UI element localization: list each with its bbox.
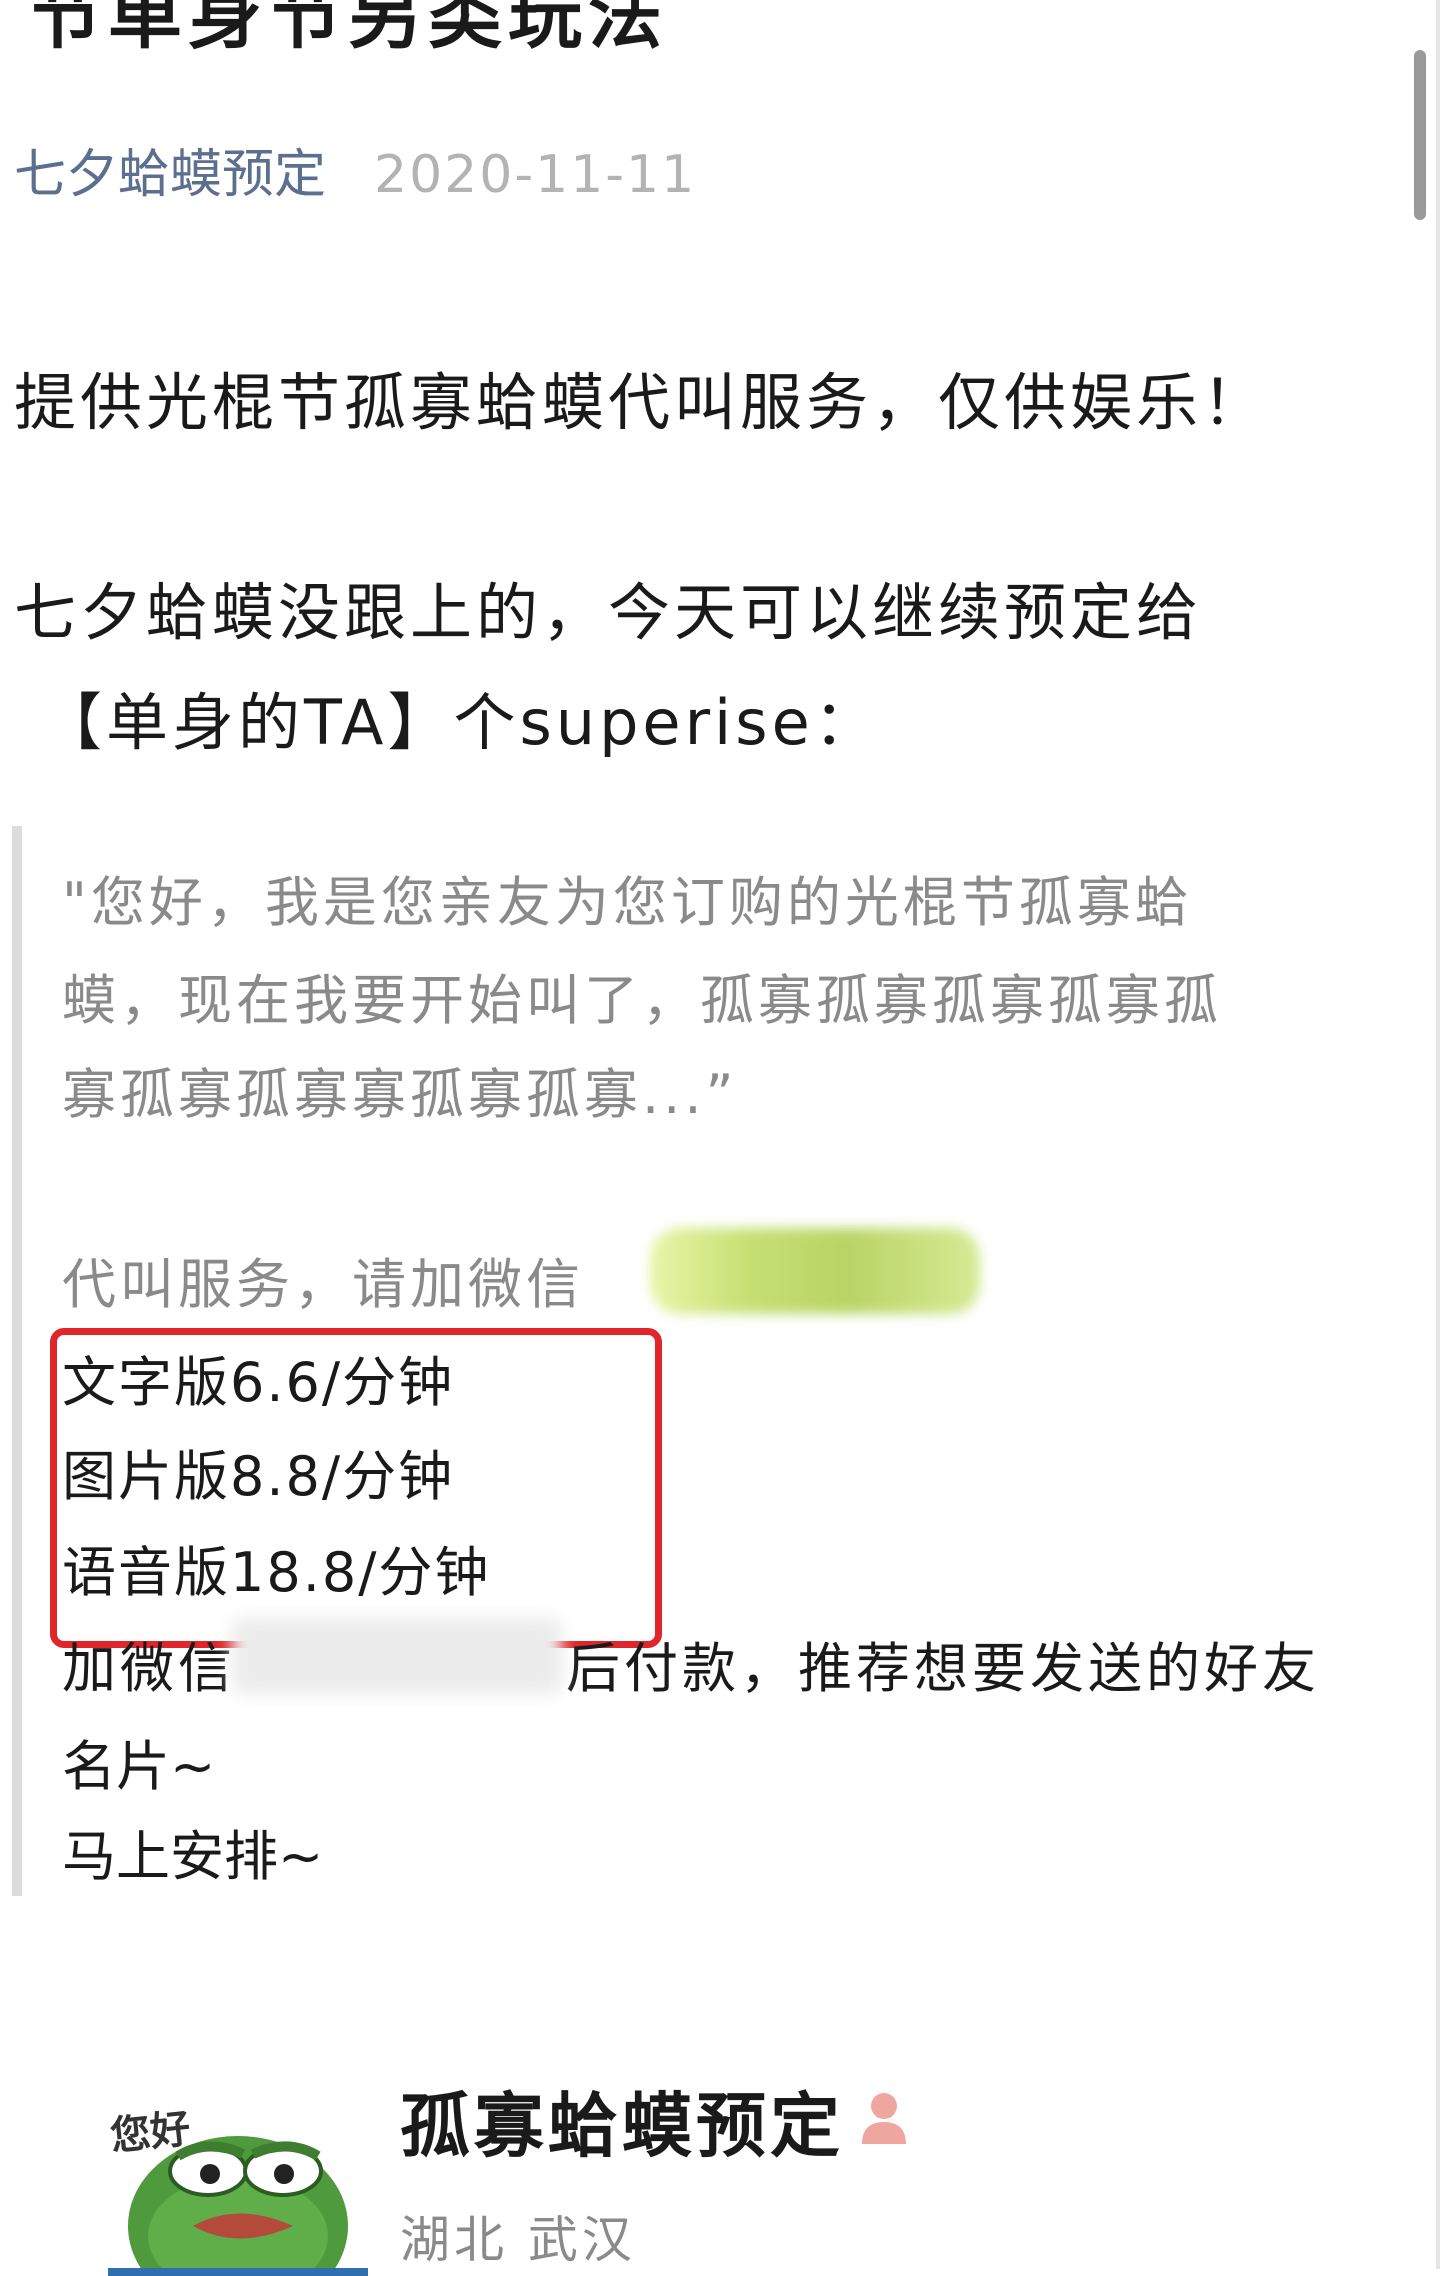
body-paragraph-line1: 七夕蛤蟆没跟上的，今天可以继续预定给 (14, 576, 1203, 649)
payment-prefix: 加微信 (62, 1637, 236, 1700)
redacted-wechat-id (650, 1228, 980, 1314)
body-paragraph-line2: 【单身的TA】个superise： (40, 686, 880, 759)
closing-line: 马上安排~ (62, 1825, 324, 1888)
intro-paragraph: 提供光棍节孤寡蛤蟆代叫服务，仅供娱乐！ (14, 366, 1269, 439)
payment-suffix: 后付款，推荐想要发送的好友 (566, 1637, 1320, 1700)
payment-line-2: 名片~ (62, 1735, 216, 1798)
quote-line: 蟆，现在我要开始叫了，孤寡孤寡孤寡孤寡孤 (62, 969, 1222, 1032)
quote-line: 寡孤寡孤寡寡孤寡孤寡...” (62, 1063, 738, 1126)
scrollbar[interactable] (1414, 50, 1426, 220)
card-location: 湖北 武汉 (400, 2211, 636, 2269)
quote-line: "您好，我是您亲友为您订购的光棍节孤寡蛤 (62, 871, 1193, 934)
card-title[interactable]: 孤寡蛤蟆预定 (400, 2070, 844, 2171)
avatar-caption: 您好 (108, 2105, 193, 2161)
article-title: 节单身节另类玩法 (28, 0, 668, 59)
blockquote-bar (12, 826, 22, 1896)
article-meta: 七夕蛤蟆预定 2020-11-11 (14, 132, 696, 207)
person-icon (862, 2093, 906, 2144)
publish-date: 2020-11-11 (374, 145, 697, 205)
wechat-label: 代叫服务，请加微信 (62, 1253, 584, 1316)
redacted-payment-id (232, 1618, 562, 1694)
author-link[interactable]: 七夕蛤蟆预定 (14, 145, 326, 205)
price-highlight-box (50, 1328, 662, 1648)
page-frame (0, 0, 1440, 2269)
